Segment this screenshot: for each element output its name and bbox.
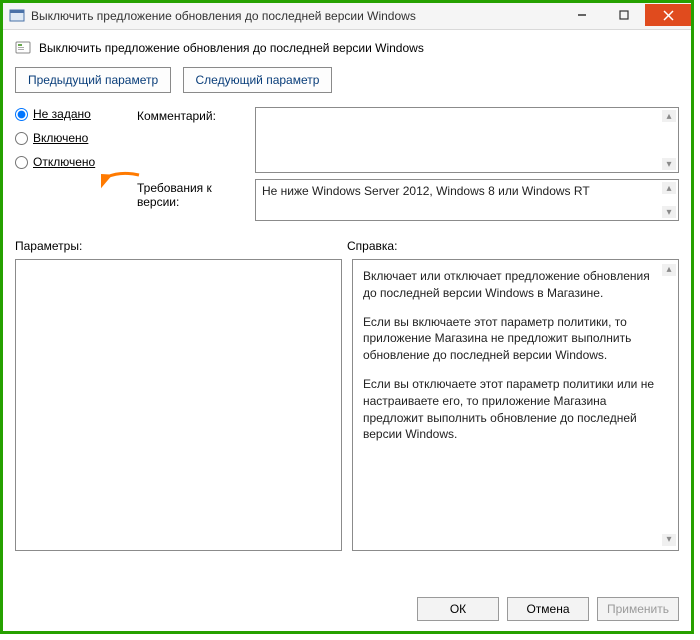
radio-disabled-label: Отключено bbox=[33, 155, 95, 169]
minimize-button[interactable] bbox=[561, 4, 603, 26]
mid-boxes: ▴ ▾ Не ниже Windows Server 2012, Windows… bbox=[255, 107, 679, 221]
policy-icon bbox=[15, 39, 33, 57]
requirements-box: Не ниже Windows Server 2012, Windows 8 и… bbox=[255, 179, 679, 221]
radio-enabled[interactable]: Включено bbox=[15, 131, 137, 145]
gpo-editor-dialog: Выключить предложение обновления до посл… bbox=[0, 0, 694, 634]
policy-header: Выключить предложение обновления до посл… bbox=[15, 39, 679, 57]
radio-disabled-input[interactable] bbox=[15, 156, 28, 169]
apply-button[interactable]: Применить bbox=[597, 597, 679, 621]
next-setting-button[interactable]: Следующий параметр bbox=[183, 67, 333, 93]
scroll-up-icon[interactable]: ▴ bbox=[662, 182, 676, 194]
scroll-up-icon[interactable]: ▴ bbox=[662, 264, 676, 276]
requirements-text: Не ниже Windows Server 2012, Windows 8 и… bbox=[262, 184, 590, 198]
help-paragraph: Если вы отключаете этот параметр политик… bbox=[363, 376, 660, 443]
scroll-down-icon[interactable]: ▾ bbox=[662, 206, 676, 218]
maximize-button[interactable] bbox=[603, 4, 645, 26]
policy-title: Выключить предложение обновления до посл… bbox=[39, 41, 424, 55]
help-pane: Включает или отключает предложение обнов… bbox=[352, 259, 679, 551]
options-label: Параметры: bbox=[15, 239, 347, 253]
radio-not-configured-label: Не задано bbox=[33, 107, 91, 121]
help-label: Справка: bbox=[347, 239, 397, 253]
radio-enabled-label: Включено bbox=[33, 131, 88, 145]
nav-buttons: Предыдущий параметр Следующий параметр bbox=[15, 67, 679, 93]
ok-button[interactable]: ОК bbox=[417, 597, 499, 621]
previous-setting-button[interactable]: Предыдущий параметр bbox=[15, 67, 171, 93]
close-button[interactable] bbox=[645, 4, 691, 26]
app-icon bbox=[9, 8, 25, 24]
scrollbar[interactable]: ▴ ▾ bbox=[662, 110, 676, 170]
titlebar: Выключить предложение обновления до посл… bbox=[3, 3, 691, 30]
radio-disabled[interactable]: Отключено bbox=[15, 155, 137, 169]
radio-not-configured-input[interactable] bbox=[15, 108, 28, 121]
scrollbar[interactable]: ▴ ▾ bbox=[662, 182, 676, 218]
requirements-label: Требования к версии: bbox=[137, 181, 255, 209]
lower-panes: Включает или отключает предложение обнов… bbox=[15, 259, 679, 551]
scroll-down-icon[interactable]: ▾ bbox=[662, 158, 676, 170]
dialog-footer: ОК Отмена Применить bbox=[417, 597, 679, 621]
radio-not-configured[interactable]: Не задано bbox=[15, 107, 137, 121]
lower-labels: Параметры: Справка: bbox=[15, 239, 679, 253]
options-pane bbox=[15, 259, 342, 551]
radio-enabled-input[interactable] bbox=[15, 132, 28, 145]
state-radios: Не задано Включено Отключено bbox=[15, 107, 137, 221]
comment-label: Комментарий: bbox=[137, 109, 255, 123]
scroll-up-icon[interactable]: ▴ bbox=[662, 110, 676, 122]
window-title: Выключить предложение обновления до посл… bbox=[31, 9, 561, 23]
help-paragraph: Включает или отключает предложение обнов… bbox=[363, 268, 660, 302]
cancel-button[interactable]: Отмена bbox=[507, 597, 589, 621]
scrollbar[interactable]: ▴ ▾ bbox=[662, 264, 676, 546]
comment-textarea[interactable]: ▴ ▾ bbox=[255, 107, 679, 173]
help-paragraph: Если вы включаете этот параметр политики… bbox=[363, 314, 660, 364]
state-section: Не задано Включено Отключено Комментарий… bbox=[15, 107, 679, 221]
client-area: Выключить предложение обновления до посл… bbox=[3, 29, 691, 631]
scroll-down-icon[interactable]: ▾ bbox=[662, 534, 676, 546]
window-controls bbox=[561, 4, 691, 26]
mid-labels: Комментарий: Требования к версии: bbox=[137, 107, 255, 221]
